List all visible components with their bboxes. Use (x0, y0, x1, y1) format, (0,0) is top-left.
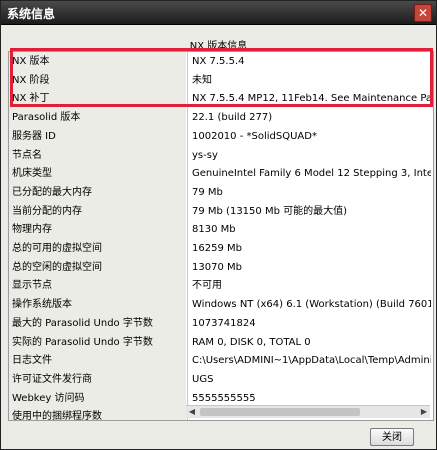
row-value: 未知 (192, 75, 212, 86)
table-row: 已分配的最大内存 79 Mb (9, 183, 433, 202)
row-label: 最大的 Parasolid Undo 字节数 (12, 318, 153, 329)
row-label: 实际的 Parasolid Undo 字节数 (12, 337, 153, 348)
row-value: 79 Mb (13150 Mb 可能的最大值) (192, 206, 348, 217)
table-row: 显示节点 不可用 (9, 276, 433, 295)
row-label: 显示节点 (12, 280, 52, 291)
row-value: 1073741824 (192, 318, 256, 329)
row-value: 不可用 (192, 280, 222, 291)
row-label: Webkey 访问码 (12, 393, 85, 404)
row-value: 8130 Mb (192, 224, 236, 235)
row-value: 1002010 - *SolidSQUAD* (192, 131, 317, 142)
row-value: C:\Users\ADMINI~1\AppData\Local\Temp\Adm… (192, 355, 431, 366)
table-row: 机床类型 GenuineIntel Family 6 Model 12 Stepp… (9, 164, 433, 183)
row-label: 物理内存 (12, 224, 52, 235)
table-row: 日志文件 C:\Users\ADMINI~1\AppData\Local\Temp… (9, 351, 433, 370)
window-title: 系统信息 (7, 7, 56, 21)
table-row: 总的空闲的虚拟空间 13070 Mb (9, 258, 433, 277)
row-label: 总的可用的虚拟空间 (12, 243, 102, 254)
row-label: 总的空闲的虚拟空间 (12, 262, 102, 273)
table-row: NX 版本 NX 7.5.5.4 (9, 52, 433, 71)
row-label: 机床类型 (12, 168, 52, 179)
row-value: RAM 0, DISK 0, TOTAL 0 (192, 337, 311, 348)
table-row: NX 阶段 未知 (9, 71, 433, 90)
row-label: 日志文件 (12, 355, 52, 366)
table-row: 节点名 ys-sy (9, 146, 433, 165)
row-label: 已分配的最大内存 (12, 187, 92, 198)
row-label: 服务器 ID (12, 131, 56, 142)
table-row: 操作系统版本 Windows NT (x64) 6.1 (Workstation)… (9, 295, 433, 314)
section-heading: NX 版本信息 (189, 41, 248, 52)
row-label: Parasolid 版本 (12, 112, 81, 123)
close-icon[interactable]: ✕ (414, 4, 432, 22)
scroll-left-icon[interactable]: ◀ (186, 406, 198, 418)
row-label: NX 版本 (12, 56, 50, 67)
dialog-footer: 关闭 (1, 419, 436, 449)
row-value: 79 Mb (192, 187, 223, 198)
row-value: UGS (192, 374, 214, 385)
info-table: NX 版本 NX 7.5.5.4 NX 阶段 未知 NX 补丁 NX 7.5.5.4 MP… (8, 51, 434, 421)
row-label: 节点名 (12, 150, 42, 161)
table-row: 服务器 ID 1002010 - *SolidSQUAD* (9, 127, 433, 146)
row-value: GenuineIntel Family 6 Model 12 Stepping … (192, 168, 431, 179)
table-row: 实际的 Parasolid Undo 字节数 RAM 0, DISK 0, TOT… (9, 333, 433, 352)
row-value: 22.1 (build 277) (192, 112, 273, 123)
table-row: 当前分配的内存 79 Mb (13150 Mb 可能的最大值) (9, 202, 433, 221)
table-row: NX 补丁 NX 7.5.5.4 MP12, 11Feb14. See Maint… (9, 89, 433, 108)
table-row: 物理内存 8130 Mb (9, 220, 433, 239)
row-label: NX 阶段 (12, 75, 50, 86)
row-value: 13070 Mb (192, 262, 242, 273)
table-row: 许可证文件发行商 UGS (9, 370, 433, 389)
row-label: 许可证文件发行商 (12, 374, 92, 385)
system-info-dialog: 系统信息 ✕ NX 版本信息 NX 版本 NX 7.5.5.4 NX 阶段 未知 NX … (0, 0, 437, 450)
row-label: 当前分配的内存 (12, 206, 82, 217)
row-value: NX 7.5.5.4 MP12, 11Feb14. See Maintenanc… (192, 93, 431, 104)
row-value: NX 7.5.5.4 (192, 56, 245, 67)
row-label: NX 补丁 (12, 93, 50, 104)
table-row: 最大的 Parasolid Undo 字节数 1073741824 (9, 314, 433, 333)
horizontal-scrollbar[interactable]: ◀ ▶ (186, 405, 430, 418)
scroll-right-icon[interactable]: ▶ (418, 406, 430, 418)
table-row: 总的可用的虚拟空间 16259 Mb (9, 239, 433, 258)
scrollbar-thumb[interactable] (200, 408, 360, 416)
row-value: Windows NT (x64) 6.1 (Workstation) (Buil… (192, 299, 431, 310)
row-value: ys-sy (192, 150, 218, 161)
row-label: 操作系统版本 (12, 299, 72, 310)
close-button[interactable]: 关闭 (370, 428, 414, 446)
title-bar[interactable]: 系统信息 ✕ (1, 1, 436, 25)
table-row: Parasolid 版本 22.1 (build 277) (9, 108, 433, 127)
row-value: 16259 Mb (192, 243, 242, 254)
